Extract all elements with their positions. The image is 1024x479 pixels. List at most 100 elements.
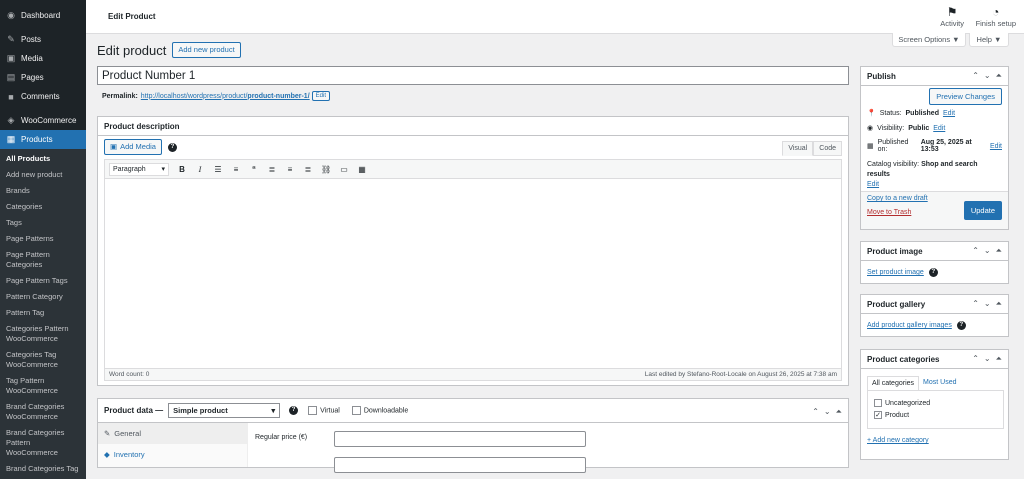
permalink-edit-button[interactable]: Edit [311, 91, 330, 101]
sidebar-item-pages[interactable]: ▤ Pages [0, 68, 86, 87]
sidebar-subitem[interactable]: Categories [0, 199, 86, 215]
published-label: Published on: [877, 139, 909, 153]
paragraph-select[interactable]: Paragraph ▾ [109, 162, 169, 176]
sidebar-subitem[interactable]: Tags [0, 215, 86, 231]
virtual-checkbox[interactable]: Virtual [308, 406, 340, 415]
toolbar-toggle-icon[interactable]: ▦ [357, 165, 367, 174]
publish-title: Publish [867, 71, 896, 81]
numbered-list-icon[interactable]: ≡ [231, 165, 241, 174]
finish-setup-button[interactable]: ◔ Finish setup [976, 5, 1016, 28]
bullet-list-icon[interactable]: ☰ [213, 165, 223, 174]
activity-button[interactable]: ⚑ Activity [940, 5, 964, 28]
sidebar-subitem[interactable]: Pattern Category [0, 289, 86, 305]
chevron-down-icon[interactable]: ⌄ [984, 299, 991, 309]
tab-most-used[interactable]: Most Used [919, 376, 960, 391]
checkbox[interactable] [308, 406, 318, 415]
align-left-icon[interactable]: ≣ [267, 165, 277, 174]
sidebar-subitem[interactable]: Categories Pattern WooCommerce [0, 321, 86, 347]
sidebar-subitem[interactable]: Pattern Tag [0, 305, 86, 321]
link-icon[interactable]: ⛓ [321, 165, 331, 174]
tab-visual[interactable]: Visual [782, 141, 814, 156]
chevron-up-icon[interactable]: ⌃ [972, 354, 979, 364]
collapse-icon[interactable]: ⏶ [996, 354, 1002, 364]
product-data-title: Product data — [104, 406, 164, 415]
tab-inventory[interactable]: ◆ Inventory [98, 444, 247, 465]
sidebar-subitem[interactable]: Page Patterns [0, 231, 86, 247]
move-to-trash-link[interactable]: Move to Trash [867, 209, 911, 216]
add-new-category-link[interactable]: + Add new category [867, 437, 929, 444]
add-gallery-images-link[interactable]: Add product gallery images [867, 322, 952, 329]
sidebar-subitem[interactable]: Page Pattern Tags [0, 273, 86, 289]
checkbox[interactable] [874, 399, 882, 407]
chevron-down-icon[interactable]: ⌄ [984, 71, 991, 81]
chevron-down-icon[interactable]: ⌄ [824, 407, 831, 417]
sidebar-item-media[interactable]: ▣ Media [0, 49, 86, 68]
preview-changes-button[interactable]: Preview Changes [929, 88, 1002, 105]
set-product-image-link[interactable]: Set product image [867, 269, 924, 276]
add-media-button[interactable]: ▣ Add Media [104, 139, 162, 155]
more-tag-icon[interactable]: ▭ [339, 165, 349, 174]
add-new-product-button[interactable]: Add new product [172, 42, 241, 58]
downloadable-checkbox[interactable]: Downloadable [351, 406, 408, 415]
category-item[interactable]: Uncategorized [874, 399, 997, 407]
sidebar-subitem[interactable]: Categories Tag WooCommerce [0, 347, 86, 373]
help-icon[interactable]: ? [956, 321, 966, 330]
sidebar-subitem[interactable]: Brands [0, 183, 86, 199]
sidebar-item-label: Comments [21, 92, 60, 101]
help-icon[interactable]: ? [289, 406, 299, 415]
align-center-icon[interactable]: ≡ [285, 165, 295, 174]
published-edit-link[interactable]: Edit [990, 143, 1002, 150]
catalog-edit-link[interactable]: Edit [867, 181, 879, 188]
flag-icon: ⚑ [946, 5, 958, 19]
sale-price-input[interactable] [334, 457, 586, 473]
sidebar-item-dashboard[interactable]: ◉ Dashboard [0, 6, 86, 25]
sidebar-item-products[interactable]: ▦ Products [0, 130, 86, 149]
chevron-up-icon[interactable]: ⌃ [972, 246, 979, 256]
sidebar-subitem[interactable]: Tag Pattern WooCommerce [0, 373, 86, 399]
collapse-icon[interactable]: ⏶ [996, 246, 1002, 256]
update-button[interactable]: Update [963, 201, 1002, 220]
status-row: 📍 Status: Published Edit [861, 109, 1008, 118]
copy-to-draft-link[interactable]: Copy to a new draft [867, 195, 928, 202]
chevron-down-icon[interactable]: ⌄ [984, 246, 991, 256]
status-edit-link[interactable]: Edit [943, 110, 955, 117]
media-icon: ▣ [6, 53, 16, 63]
help-button[interactable]: Help ▼ [969, 33, 1009, 47]
checkbox-checked[interactable]: ✓ [874, 411, 882, 419]
sidebar-subitem[interactable]: All Products [0, 151, 86, 167]
help-icon[interactable]: ? [167, 142, 177, 152]
align-right-icon[interactable]: ≣ [303, 165, 313, 174]
sidebar-item-comments[interactable]: ■ Comments [0, 87, 86, 106]
visibility-edit-link[interactable]: Edit [933, 125, 945, 132]
permalink-url[interactable]: http://localhost/wordpress/product/produ… [141, 93, 310, 100]
tab-code[interactable]: Code [813, 141, 842, 156]
product-type-select[interactable]: Simple product ▾ [168, 403, 281, 418]
bold-icon[interactable]: B [177, 165, 187, 174]
product-title-input[interactable]: Product Number 1 [97, 66, 849, 85]
sidebar-item-posts[interactable]: ✎ Posts [0, 30, 86, 49]
editor-area[interactable]: Word count: 0 Last edited by Stefano-Roo… [104, 179, 842, 381]
category-tabs: All categories Most Used [867, 376, 961, 391]
blockquote-icon[interactable]: “ [249, 165, 259, 174]
chevron-up-icon[interactable]: ⌃ [972, 71, 979, 81]
regular-price-input[interactable] [334, 431, 586, 447]
chevron-up-icon[interactable]: ⌃ [812, 407, 819, 417]
category-item[interactable]: ✓ Product [874, 411, 997, 419]
collapse-icon[interactable]: ⏶ [996, 71, 1002, 81]
sidebar-item-woocommerce[interactable]: ◈ WooCommerce [0, 111, 86, 130]
sidebar-subitem[interactable]: Brand Categories Pattern WooCommerce [0, 425, 86, 461]
screen-options-button[interactable]: Screen Options ▼ [892, 33, 966, 47]
collapse-icon[interactable]: ⏶ [996, 299, 1002, 309]
sidebar-subitem[interactable]: Page Pattern Categories [0, 247, 86, 273]
collapse-icon[interactable]: ⏶ [836, 407, 842, 417]
italic-icon[interactable]: I [195, 165, 205, 174]
tab-general[interactable]: ✎ General [98, 423, 247, 444]
help-icon[interactable]: ? [928, 268, 938, 277]
checkbox[interactable] [351, 406, 361, 415]
sidebar-subitem[interactable]: Add new product [0, 167, 86, 183]
sidebar-subitem[interactable]: Brand Categories Tag [0, 461, 86, 477]
sidebar-subitem[interactable]: Brand Categories WooCommerce [0, 399, 86, 425]
tab-all-categories[interactable]: All categories [867, 376, 920, 391]
chevron-up-icon[interactable]: ⌃ [972, 299, 979, 309]
chevron-down-icon[interactable]: ⌄ [984, 354, 991, 364]
